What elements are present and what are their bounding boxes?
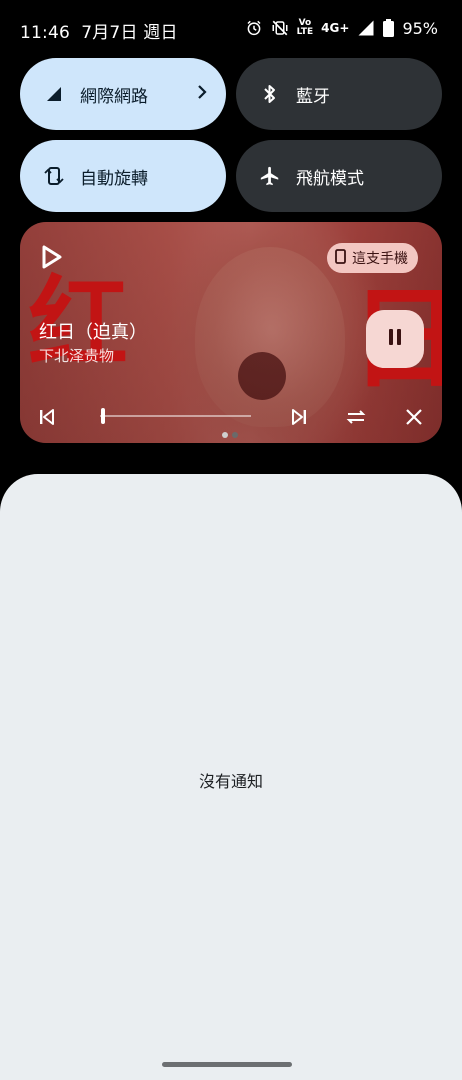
airplane-icon <box>258 164 282 188</box>
tile-internet-label: 網際網路 <box>80 86 148 107</box>
page-dot <box>222 432 228 438</box>
skip-next-icon <box>292 409 306 425</box>
pause-button[interactable] <box>366 310 424 368</box>
signal-icon <box>357 19 375 37</box>
output-device-chip[interactable]: 這支手機 <box>327 243 418 273</box>
pause-icon <box>387 328 403 350</box>
page-dot <box>232 432 238 438</box>
cellular-signal-icon <box>42 82 66 106</box>
tile-airplane-mode-label: 飛航模式 <box>296 168 364 189</box>
tile-bluetooth-label: 藍牙 <box>296 86 330 107</box>
tile-auto-rotate-label: 自動旋轉 <box>80 168 148 189</box>
notification-panel: 沒有通知 <box>0 474 462 1080</box>
tile-internet[interactable]: 網際網路 <box>20 58 226 130</box>
battery-icon <box>383 19 395 37</box>
status-time-date: 11:46 7月7日 週日 <box>20 18 178 43</box>
alarm-icon <box>245 19 263 37</box>
seek-bar-track[interactable] <box>100 415 251 417</box>
song-artist: 下北泽贵物 <box>39 347 115 365</box>
repeat-button[interactable] <box>344 406 368 428</box>
song-title: 红日（迫真） <box>39 322 147 343</box>
network-type: 4G+ <box>321 21 350 35</box>
no-notifications-text: 沒有通知 <box>198 772 263 791</box>
tile-airplane-mode[interactable]: 飛航模式 <box>236 140 442 212</box>
close-button[interactable] <box>403 406 425 428</box>
bluetooth-icon <box>258 82 282 106</box>
chevron-right-icon <box>196 82 208 106</box>
seek-bar-thumb[interactable] <box>101 408 106 424</box>
vibrate-off-icon <box>271 19 289 37</box>
date: 7月7日 週日 <box>81 23 178 43</box>
next-button[interactable] <box>288 406 310 428</box>
status-bar: 11:46 7月7日 週日 Vo LTE 4G+ 95% <box>0 0 462 58</box>
skip-previous-icon <box>40 409 54 425</box>
tile-bluetooth[interactable]: 藍牙 <box>236 58 442 130</box>
tile-auto-rotate[interactable]: 自動旋轉 <box>20 140 226 212</box>
phone-icon <box>335 248 346 268</box>
clock: 11:46 <box>20 23 70 43</box>
media-player-card[interactable]: 红 日 這支手機 红日（迫真） 下北泽贵物 <box>20 222 442 443</box>
gesture-nav-handle[interactable] <box>162 1062 292 1067</box>
previous-button[interactable] <box>36 406 58 428</box>
output-device-label: 這支手機 <box>352 251 408 267</box>
close-icon <box>406 409 422 425</box>
volte-icon: Vo LTE <box>296 18 314 37</box>
media-page-indicator <box>222 432 238 438</box>
battery-percent: 95% <box>402 18 438 38</box>
auto-rotate-icon <box>42 164 66 188</box>
repeat-icon <box>346 410 366 424</box>
status-icons: Vo LTE 4G+ 95% <box>245 16 438 40</box>
app-logo-icon <box>40 244 64 274</box>
